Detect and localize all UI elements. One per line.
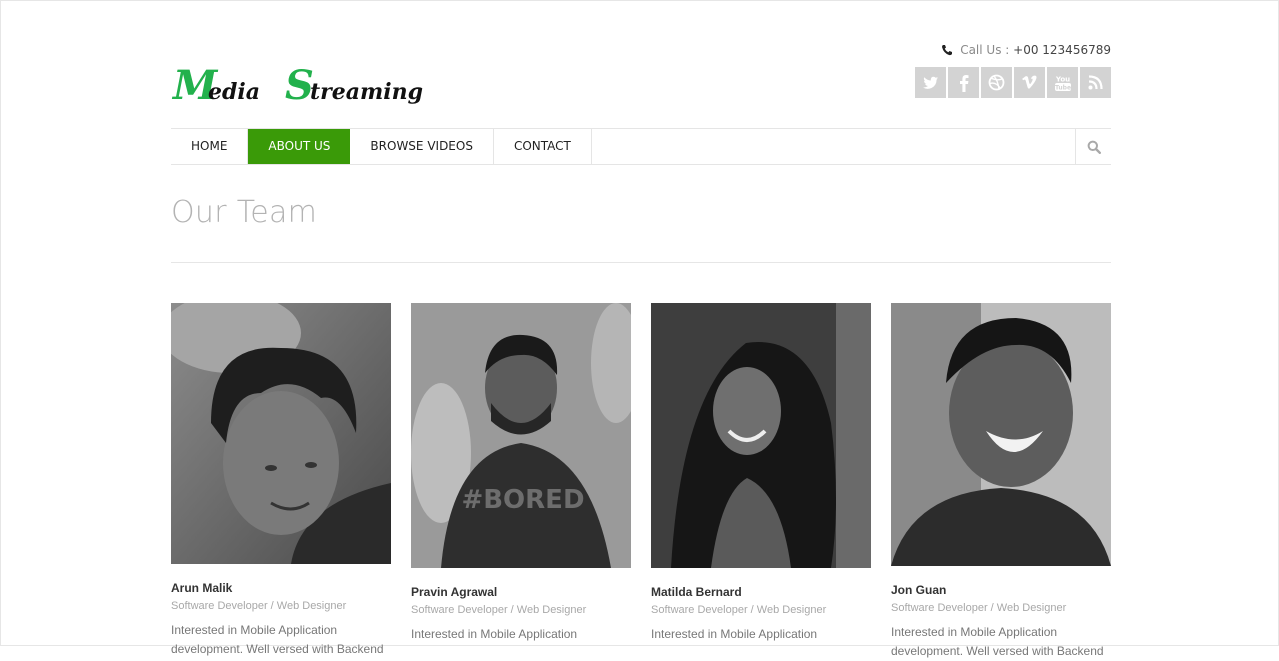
title-divider	[171, 262, 1111, 263]
team-member: Matilda Bernard Software Developer / Web…	[651, 303, 871, 644]
site-logo[interactable]: M edia S treaming	[171, 61, 426, 111]
svg-text:Tube: Tube	[1054, 84, 1070, 91]
member-name: Pravin Agrawal	[411, 585, 498, 599]
phone-icon	[942, 45, 953, 56]
team-member: Jon Guan Software Developer / Web Design…	[891, 303, 1111, 661]
facebook-icon[interactable]	[948, 67, 979, 98]
vimeo-icon[interactable]	[1014, 67, 1045, 98]
member-photo[interactable]: #BORED	[411, 303, 631, 568]
member-photo[interactable]	[171, 303, 391, 564]
twitter-icon[interactable]	[915, 67, 946, 98]
member-bio: Interested in Mobile Application develop…	[171, 623, 384, 656]
member-photo[interactable]	[891, 303, 1111, 566]
call-us: Call Us : +00 123456789	[941, 43, 1111, 57]
nav-item-contact[interactable]: CONTACT	[494, 129, 592, 164]
team-member: Arun Malik Software Developer / Web Desi…	[171, 303, 391, 659]
nav-item-about-us[interactable]: ABOUT US	[248, 129, 351, 164]
youtube-icon[interactable]: You Tube	[1047, 67, 1078, 98]
member-bio: Interested in Mobile Application	[651, 627, 818, 641]
rss-icon[interactable]	[1080, 67, 1111, 98]
team-member: #BORED Pravin Agrawal Software Developer…	[411, 303, 631, 644]
svg-text:#BORED: #BORED	[461, 485, 584, 515]
main-nav: HOME ABOUT US BROWSE VIDEOS CONTACT	[171, 128, 1111, 165]
member-bio: Interested in Mobile Application develop…	[891, 625, 1104, 658]
nav-item-browse-videos[interactable]: BROWSE VIDEOS	[350, 129, 494, 164]
member-name: Arun Malik	[171, 581, 233, 595]
dribbble-icon[interactable]	[981, 67, 1012, 98]
social-links: You Tube	[915, 67, 1111, 98]
member-role: Software Developer / Web Designer	[891, 602, 1067, 614]
member-photo[interactable]	[651, 303, 871, 568]
member-bio: Interested in Mobile Application	[411, 627, 578, 641]
call-number[interactable]: +00 123456789	[1013, 43, 1111, 57]
svg-text:edia: edia	[208, 79, 260, 105]
svg-text:You: You	[1054, 75, 1069, 83]
member-role: Software Developer / Web Designer	[651, 604, 827, 616]
member-role: Software Developer / Web Designer	[171, 600, 347, 612]
svg-text:treaming: treaming	[310, 79, 423, 105]
member-role: Software Developer / Web Designer	[411, 604, 587, 616]
page-title: Our Team	[171, 195, 318, 230]
nav-item-home[interactable]: HOME	[171, 129, 249, 164]
member-name: Jon Guan	[891, 583, 947, 597]
search-icon[interactable]	[1075, 129, 1111, 164]
call-label: Call Us :	[960, 43, 1010, 57]
member-name: Matilda Bernard	[651, 585, 742, 599]
